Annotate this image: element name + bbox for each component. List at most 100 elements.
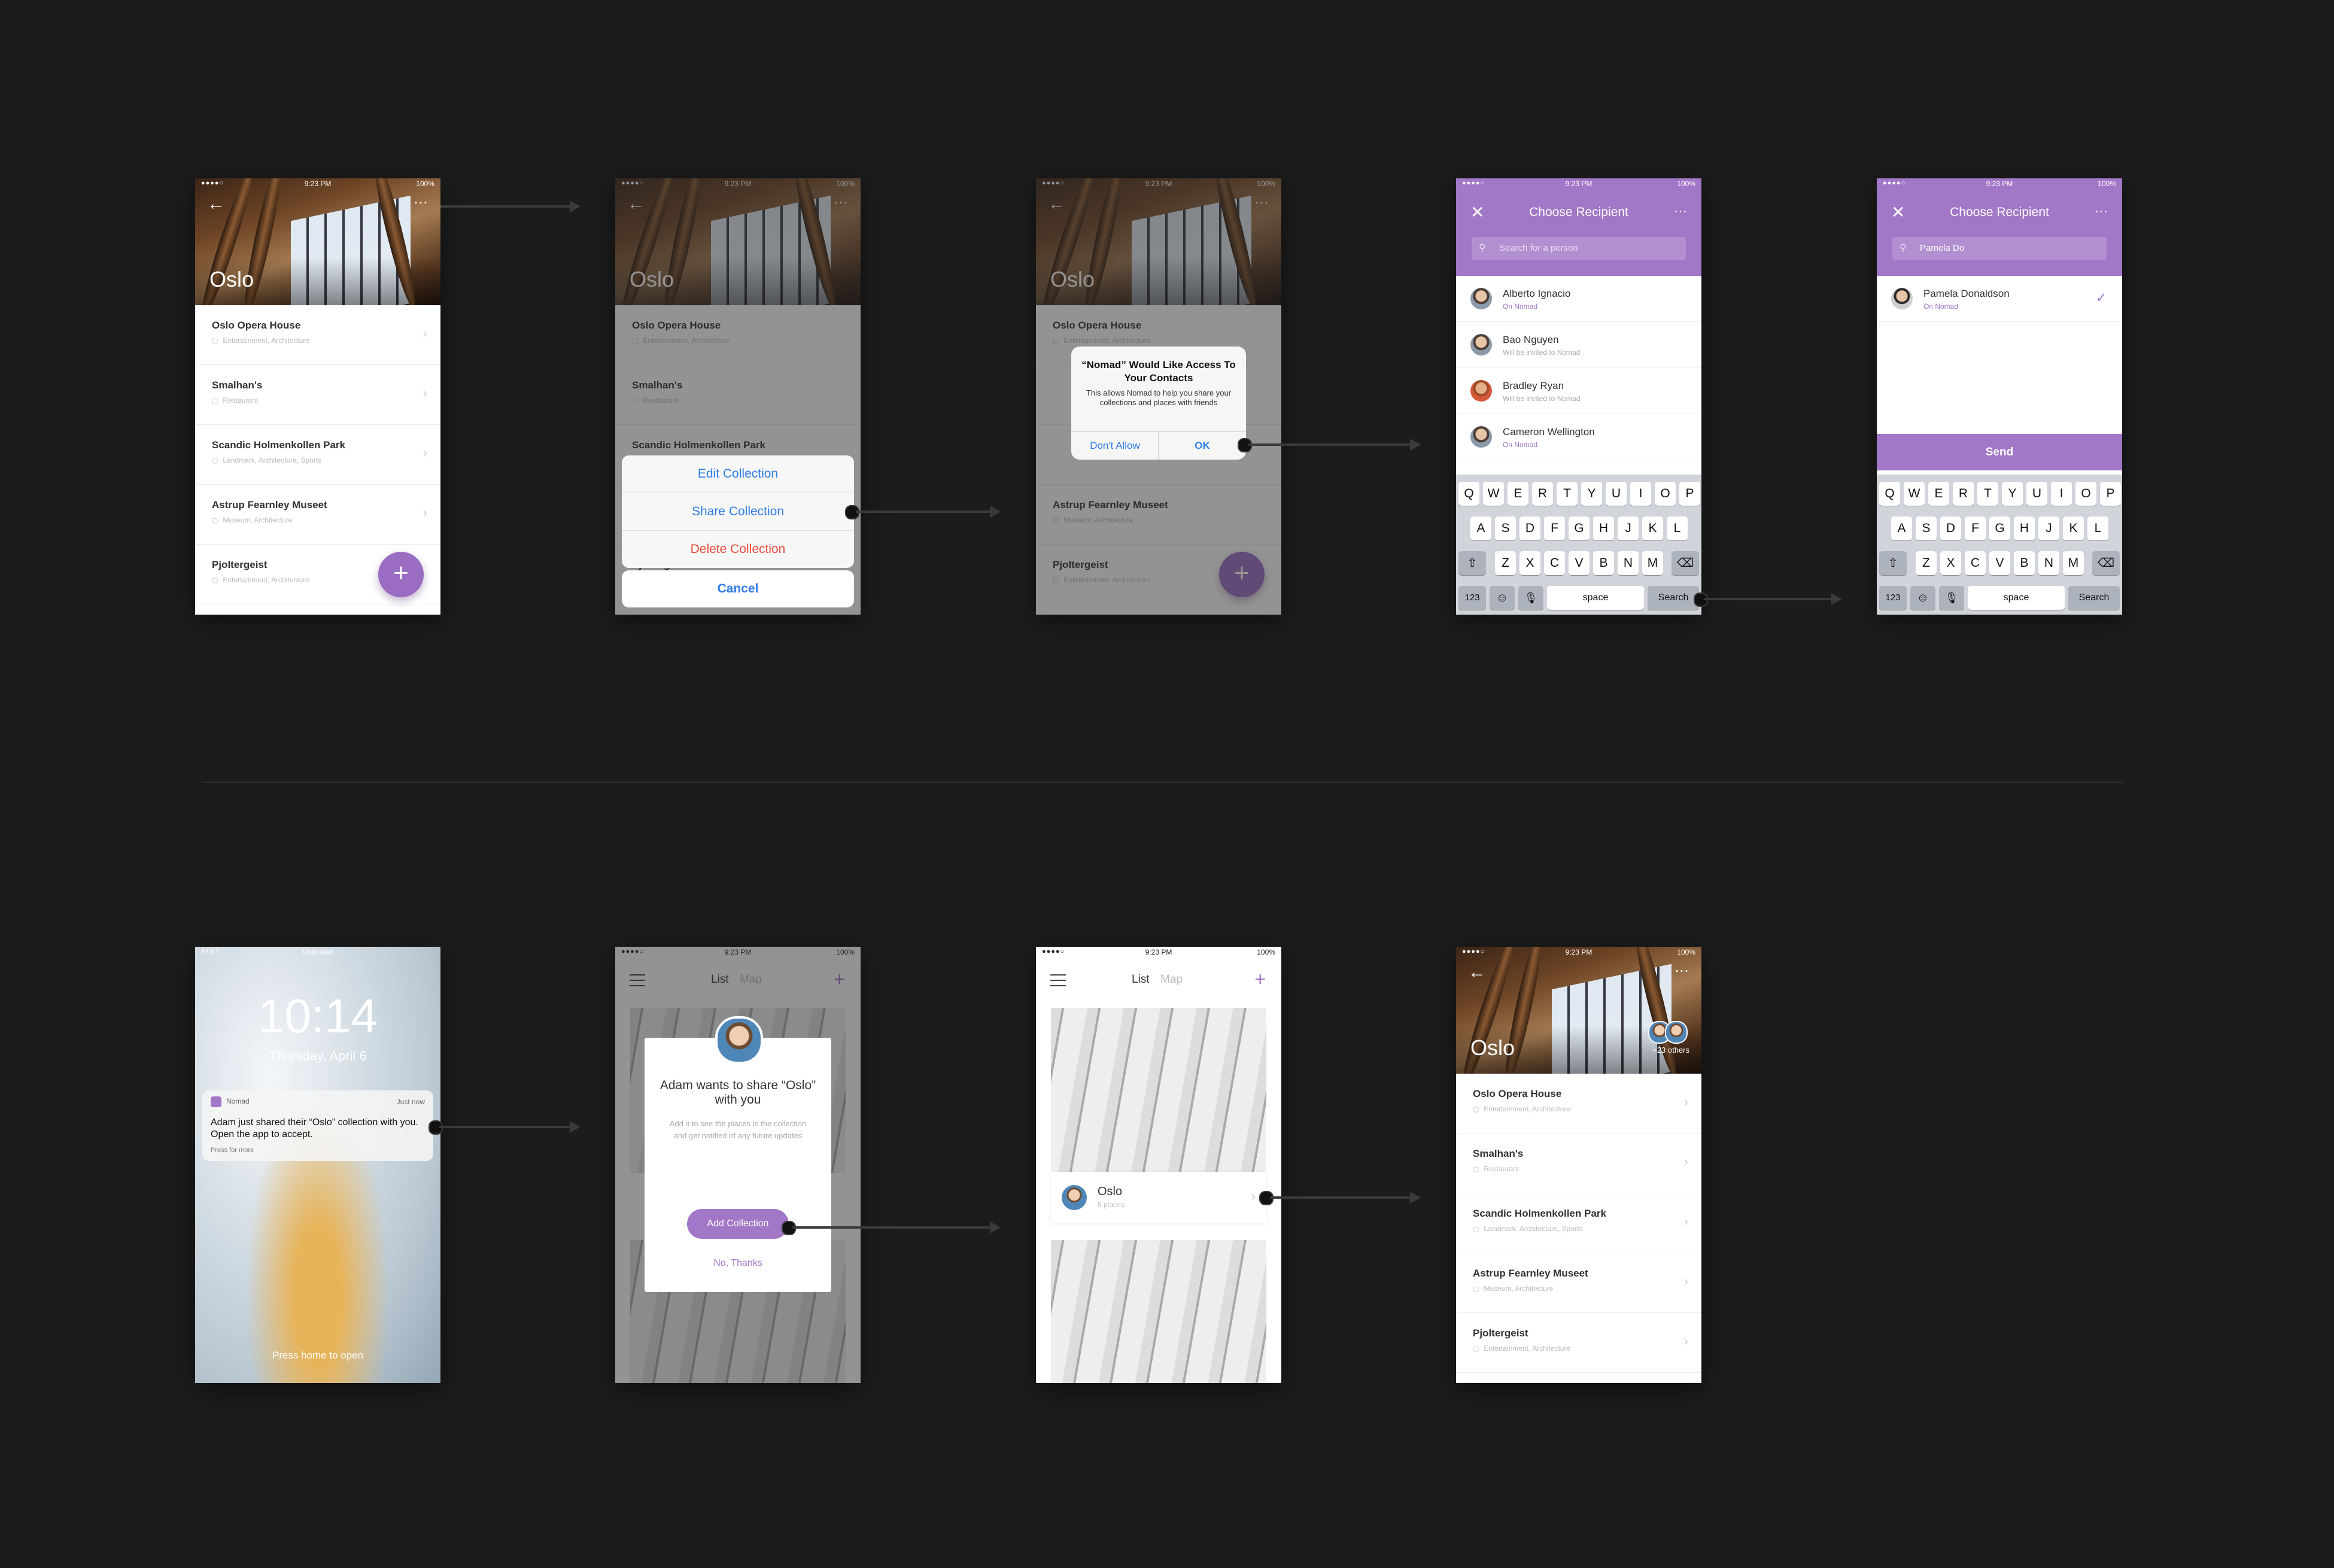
key[interactable]: B: [2014, 551, 2035, 575]
key[interactable]: E: [1928, 482, 1949, 506]
key[interactable]: T: [1557, 482, 1578, 506]
key[interactable]: O: [1655, 482, 1676, 506]
key[interactable]: N: [1618, 551, 1639, 575]
back-arrow-icon[interactable]: ←: [1468, 964, 1486, 981]
list-item[interactable]: Oslo 5 places ›: [1051, 1172, 1266, 1223]
list-item[interactable]: Oslo Opera HouseEntertainment, Architect…: [1456, 1074, 1701, 1134]
list-item[interactable]: Smalhan'sRestaurant›: [1456, 1134, 1701, 1193]
list-item[interactable]: Scandic Holmenkollen ParkLandmark, Archi…: [195, 425, 440, 485]
delete-key-icon[interactable]: ⌫: [2092, 551, 2120, 575]
menu-icon[interactable]: [1050, 974, 1066, 986]
list-item[interactable]: Smalhan'sRestaurant›: [195, 365, 440, 425]
key[interactable]: R: [1532, 482, 1553, 506]
plus-icon[interactable]: +: [1254, 968, 1266, 990]
key[interactable]: E: [1508, 482, 1528, 506]
share-collection-button[interactable]: Share Collection: [622, 493, 854, 531]
search-input[interactable]: ⚲ Search for a person: [1472, 237, 1686, 260]
list-item[interactable]: Astrup Fearnley MuseetMuseum, Architectu…: [195, 485, 440, 545]
key[interactable]: T: [1977, 482, 1998, 506]
key[interactable]: J: [2038, 516, 2059, 540]
key[interactable]: A: [1470, 516, 1491, 540]
list-item[interactable]: Pamela Donaldson On Nomad ✓: [1877, 276, 2122, 322]
key[interactable]: H: [1593, 516, 1614, 540]
search-key[interactable]: Search: [2068, 586, 2120, 610]
key[interactable]: P: [1679, 482, 1700, 506]
key[interactable]: R: [1953, 482, 1974, 506]
list-item[interactable]: Oslo Opera HouseEntertainment, Architect…: [195, 305, 440, 365]
key[interactable]: B: [1593, 551, 1614, 575]
key[interactable]: F: [1965, 516, 1986, 540]
more-icon[interactable]: ⋯: [1674, 203, 1687, 219]
key[interactable]: A: [1891, 516, 1912, 540]
key[interactable]: L: [1667, 516, 1688, 540]
key[interactable]: X: [1940, 551, 1961, 575]
no-thanks-button[interactable]: No, Thanks: [645, 1258, 831, 1269]
key[interactable]: C: [1544, 551, 1565, 575]
key[interactable]: N: [2038, 551, 2059, 575]
tab-map[interactable]: Map: [1160, 973, 1183, 986]
key[interactable]: W: [1904, 482, 1925, 506]
emoji-key-icon[interactable]: ☺: [1490, 586, 1515, 610]
key[interactable]: Q: [1879, 482, 1900, 506]
notification[interactable]: Nomad Just now Adam just shared their “O…: [202, 1090, 433, 1161]
delete-key-icon[interactable]: ⌫: [1672, 551, 1699, 575]
edit-collection-button[interactable]: Edit Collection: [622, 455, 854, 493]
numbers-key[interactable]: 123: [1458, 586, 1486, 610]
shift-key-icon[interactable]: ⇧: [1458, 551, 1486, 575]
key[interactable]: S: [1916, 516, 1937, 540]
key[interactable]: H: [2014, 516, 2035, 540]
key[interactable]: V: [1569, 551, 1590, 575]
key[interactable]: V: [1989, 551, 2010, 575]
key[interactable]: K: [1642, 516, 1663, 540]
key[interactable]: Y: [2002, 482, 2023, 506]
key[interactable]: M: [1642, 551, 1663, 575]
key[interactable]: L: [2087, 516, 2108, 540]
space-key[interactable]: space: [1968, 586, 2065, 610]
more-icon[interactable]: ⋯: [414, 194, 428, 211]
search-key[interactable]: Search: [1648, 586, 1699, 610]
back-arrow-icon[interactable]: ←: [207, 195, 225, 213]
more-icon[interactable]: ⋯: [1674, 962, 1689, 980]
key[interactable]: I: [1630, 482, 1651, 506]
tab-list[interactable]: List: [1132, 973, 1150, 986]
delete-collection-button[interactable]: Delete Collection: [622, 531, 854, 568]
numbers-key[interactable]: 123: [1879, 586, 1907, 610]
key[interactable]: G: [1569, 516, 1590, 540]
collection-card[interactable]: [1051, 1240, 1266, 1383]
key[interactable]: J: [1618, 516, 1639, 540]
key[interactable]: C: [1965, 551, 1986, 575]
list-item[interactable]: Alberto Ignacio On Nomad: [1456, 276, 1701, 322]
key[interactable]: S: [1495, 516, 1516, 540]
microphone-key-icon[interactable]: 🎙: [1939, 586, 1964, 610]
emoji-key-icon[interactable]: ☺: [1910, 586, 1935, 610]
key[interactable]: W: [1483, 482, 1504, 506]
list-item[interactable]: Bradley Ryan Will be invited to Nomad: [1456, 368, 1701, 414]
ok-button[interactable]: OK: [1158, 432, 1246, 460]
key[interactable]: O: [2075, 482, 2096, 506]
microphone-key-icon[interactable]: 🎙: [1518, 586, 1543, 610]
add-collection-button[interactable]: Add Collection: [687, 1209, 789, 1239]
collaborators[interactable]: +23 others: [1648, 1021, 1689, 1055]
add-button[interactable]: +: [378, 552, 424, 597]
cancel-button[interactable]: Cancel: [622, 570, 854, 607]
key[interactable]: F: [1544, 516, 1565, 540]
collection-card[interactable]: [1051, 1008, 1266, 1173]
shift-key-icon[interactable]: ⇧: [1879, 551, 1907, 575]
dont-allow-button[interactable]: Don't Allow: [1071, 432, 1159, 460]
list-item[interactable]: Cameron Wellington On Nomad: [1456, 414, 1701, 460]
key[interactable]: D: [1519, 516, 1540, 540]
key[interactable]: Y: [1581, 482, 1602, 506]
key[interactable]: Z: [1495, 551, 1516, 575]
key[interactable]: M: [2063, 551, 2084, 575]
search-input[interactable]: ⚲ Pamela Do: [1892, 237, 2107, 260]
key[interactable]: D: [1940, 516, 1961, 540]
key[interactable]: U: [1606, 482, 1627, 506]
key[interactable]: K: [2063, 516, 2084, 540]
key[interactable]: Q: [1458, 482, 1479, 506]
key[interactable]: G: [1989, 516, 2010, 540]
key[interactable]: Z: [1916, 551, 1937, 575]
key[interactable]: P: [2100, 482, 2121, 506]
key[interactable]: X: [1519, 551, 1540, 575]
list-item[interactable]: Astrup Fearnley MuseetMuseum, Architectu…: [1456, 1253, 1701, 1313]
space-key[interactable]: space: [1547, 586, 1644, 610]
